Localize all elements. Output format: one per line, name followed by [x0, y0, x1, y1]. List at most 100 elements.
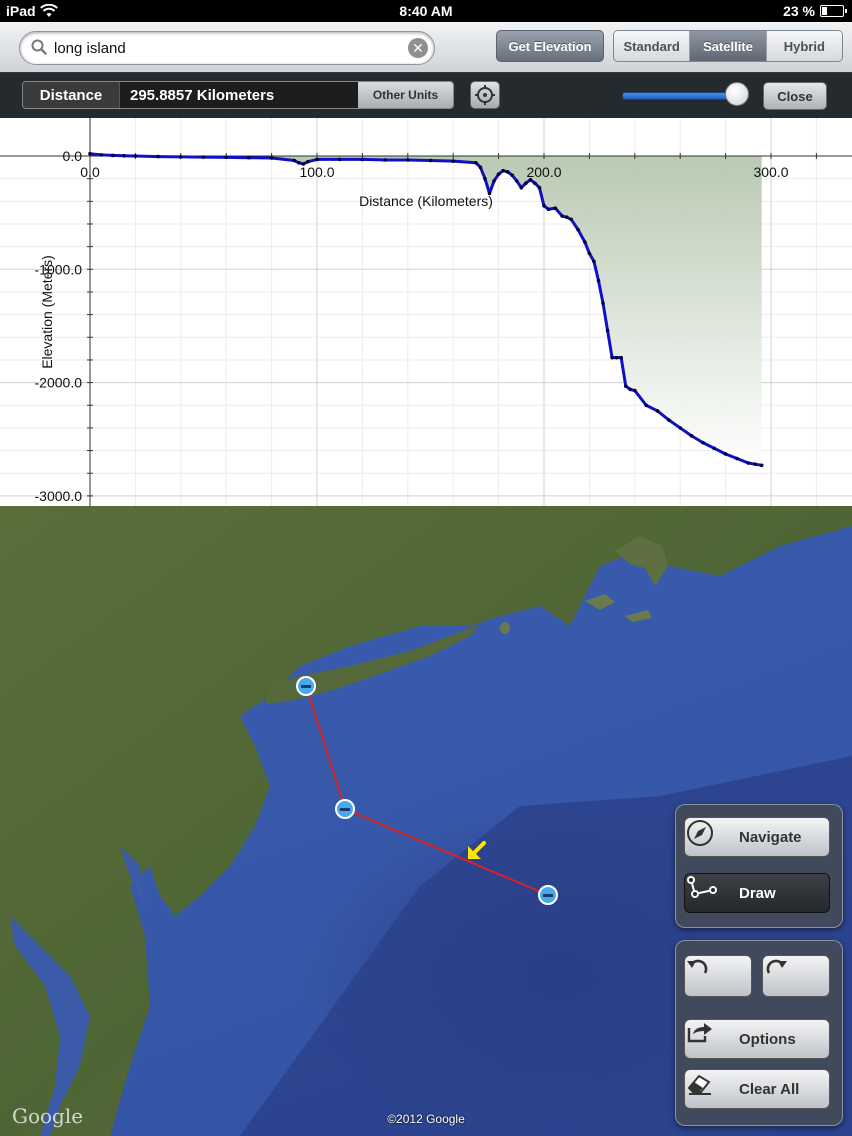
- elevation-point: [133, 154, 138, 158]
- elevation-point: [492, 179, 496, 183]
- elevation-point: [623, 384, 628, 388]
- share-arrow-icon: [687, 1023, 712, 1043]
- distance-bar: Distance 295.8857 Kilometers Other Units…: [0, 72, 852, 118]
- draw-button[interactable]: Draw: [684, 873, 830, 913]
- redo-icon: [766, 959, 787, 974]
- elevation-point: [201, 155, 206, 159]
- elevation-point: [596, 278, 601, 283]
- y-tick-label: 0.0: [63, 148, 83, 164]
- elevation-point: [179, 155, 183, 159]
- elevation-point: [224, 155, 228, 160]
- y-tick-label: -2000.0: [35, 375, 83, 391]
- elevation-point: [605, 328, 610, 333]
- elevation-point: [546, 207, 551, 212]
- elevation-point: [678, 426, 682, 430]
- map-type-segmented-control: Standard Satellite Hybrid: [613, 30, 843, 62]
- y-axis-label: Elevation (Meters): [39, 255, 55, 369]
- elevation-point: [746, 461, 751, 465]
- battery-icon: [820, 5, 847, 17]
- elevation-point: [451, 159, 456, 163]
- search-icon: [31, 39, 47, 55]
- elevation-point: [753, 462, 757, 466]
- get-elevation-button[interactable]: Get Elevation: [496, 30, 604, 62]
- distance-label: Distance: [23, 82, 120, 108]
- elevation-point: [583, 240, 587, 244]
- elevation-point: [292, 158, 297, 163]
- map-type-standard[interactable]: Standard: [614, 31, 691, 61]
- elevation-point: [428, 158, 433, 163]
- elevation-point: [633, 388, 637, 393]
- other-units-button[interactable]: Other Units: [358, 82, 453, 108]
- redo-button[interactable]: [762, 955, 830, 997]
- elevation-point: [337, 157, 342, 162]
- elevation-point: [735, 456, 739, 461]
- map-type-hybrid[interactable]: Hybrid: [766, 31, 842, 61]
- clock: 8:40 AM: [399, 3, 453, 19]
- y-tick-label: -3000.0: [35, 488, 83, 504]
- navigate-label: Navigate: [739, 828, 802, 846]
- elevation-point: [99, 153, 104, 157]
- status-bar: iPad 8:40 AM 23 %: [0, 0, 852, 22]
- block-island: [500, 622, 510, 634]
- elevation-point: [569, 217, 574, 222]
- clear-icon[interactable]: ✕: [408, 38, 428, 58]
- locate-button[interactable]: [470, 81, 500, 109]
- waypoint-1[interactable]: [296, 676, 316, 696]
- x-tick-label: 300.0: [753, 164, 788, 180]
- elevation-point: [560, 214, 564, 218]
- battery-percent: 23 %: [783, 3, 815, 19]
- compass-icon: [687, 820, 713, 846]
- search-box[interactable]: ✕: [19, 31, 435, 65]
- undo-icon: [687, 959, 708, 974]
- undo-button[interactable]: [684, 955, 752, 997]
- elevation-point: [542, 204, 546, 208]
- elevation-point: [505, 170, 510, 174]
- x-tick-label: 200.0: [526, 164, 561, 180]
- elevation-chart-svg: 0.0 100.0 200.0 300.00.0-1000.0-2000.0-3000…: [0, 118, 852, 506]
- elevation-point: [524, 181, 528, 185]
- elevation-point: [406, 158, 410, 162]
- elevation-point: [156, 154, 160, 159]
- elevation-point: [537, 185, 542, 190]
- search-input[interactable]: [52, 36, 396, 60]
- elevation-point: [483, 176, 487, 181]
- elevation-point: [689, 434, 694, 438]
- elevation-point: [576, 227, 580, 232]
- map-type-satellite[interactable]: Satellite: [690, 31, 767, 61]
- elevation-point: [564, 215, 569, 219]
- elevation-point: [644, 403, 648, 408]
- distance-value: 295.8857 Kilometers: [120, 82, 358, 108]
- elevation-point: [510, 173, 515, 178]
- path-icon: [687, 876, 717, 898]
- satellite-map[interactable]: Google ©2012 Google Navigate Draw Option…: [0, 506, 852, 1136]
- options-button[interactable]: Options: [684, 1019, 830, 1059]
- waypoint-3[interactable]: [538, 885, 558, 905]
- elevation-point: [478, 165, 483, 170]
- locate-icon: [475, 85, 495, 105]
- options-label: Options: [739, 1030, 796, 1048]
- x-tick-label: 100.0: [299, 164, 334, 180]
- elevation-point: [667, 418, 671, 422]
- elevation-point: [533, 181, 537, 185]
- elevation-chart: 0.0 100.0 200.0 300.0 0.0 -1000.0 -2000.0 -3000…: [0, 118, 852, 506]
- waypoint-2[interactable]: [335, 799, 355, 819]
- mode-panel: Navigate Draw: [675, 804, 843, 928]
- distance-readout: Distance 295.8857 Kilometers Other Units: [22, 81, 454, 109]
- elevation-point: [587, 251, 592, 256]
- elevation-point: [701, 440, 705, 445]
- elevation-point: [628, 387, 633, 392]
- opacity-slider-thumb[interactable]: [725, 82, 749, 106]
- elevation-point: [247, 155, 251, 160]
- navigate-button[interactable]: Navigate: [684, 817, 830, 857]
- edit-panel: Options Clear All: [675, 940, 843, 1126]
- elevation-point: [269, 156, 274, 160]
- clear-all-button[interactable]: Clear All: [684, 1069, 830, 1109]
- elevation-point: [306, 159, 310, 164]
- clear-all-label: Clear All: [739, 1080, 800, 1098]
- elevation-point: [514, 179, 519, 183]
- close-button[interactable]: Close: [763, 82, 827, 110]
- elevation-point: [110, 153, 115, 158]
- elevation-point: [723, 452, 728, 456]
- marthas-vineyard: [585, 594, 615, 610]
- elevation-point: [655, 409, 660, 413]
